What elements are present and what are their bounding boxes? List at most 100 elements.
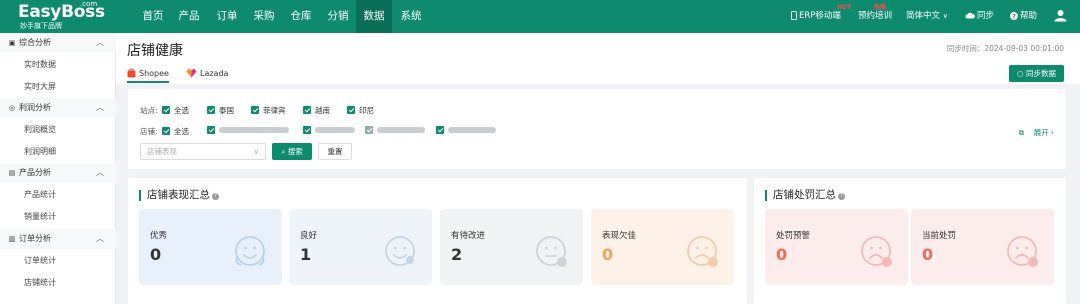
chevron-up-icon: ︿ bbox=[96, 234, 104, 243]
user-avatar[interactable] bbox=[1054, 0, 1067, 33]
svg-text:?: ? bbox=[1012, 13, 1016, 20]
mobile-phone-icon bbox=[791, 11, 797, 20]
sidebar-group-overview[interactable]: ▣ 综合分析 ︿ bbox=[0, 33, 116, 53]
card-label: 良好 bbox=[300, 231, 318, 241]
brand-logo[interactable]: EasyBoss .com 妙手旗下品牌 bbox=[18, 0, 105, 32]
sidebar-item-store-stats[interactable]: 店铺统计 bbox=[0, 272, 116, 294]
shopee-icon bbox=[127, 68, 136, 78]
performance-card[interactable]: 良好 1 bbox=[289, 209, 432, 285]
sidebar-item-profit-detail[interactable]: 利润明细 bbox=[0, 141, 116, 163]
nav-orders[interactable]: 订单 bbox=[209, 0, 245, 33]
performance-card[interactable]: 表现欠佳 0 bbox=[591, 209, 734, 285]
store-checkbox-all[interactable]: 全选 bbox=[162, 126, 189, 137]
site-checkbox-vietnam[interactable]: 越南 bbox=[303, 105, 330, 116]
question-icon[interactable]: ? bbox=[212, 193, 219, 200]
penalty-card[interactable]: 处罚预警 0 bbox=[765, 209, 908, 285]
site-checkbox-all[interactable]: 全选 bbox=[162, 105, 189, 116]
select-placeholder: 店铺表现 bbox=[147, 147, 177, 156]
sidebar-group-label: 综合分析 bbox=[19, 38, 51, 47]
warning-face-icon bbox=[861, 236, 892, 267]
profit-icon: ◎ bbox=[8, 104, 16, 112]
neutral-face-icon bbox=[536, 236, 567, 267]
panel-title-text: 店铺处罚汇总 bbox=[773, 189, 836, 201]
penalty-face-icon bbox=[1007, 236, 1038, 267]
sidebar-item-order-stats[interactable]: 订单统计 bbox=[0, 250, 116, 272]
site-checkbox-philippines[interactable]: 菲律宾 bbox=[251, 105, 286, 116]
nav-data[interactable]: 数据 bbox=[356, 0, 392, 33]
nav-warehouse[interactable]: 仓库 bbox=[283, 0, 319, 33]
card-label: 处罚预警 bbox=[776, 231, 811, 241]
language-select[interactable]: 简体中文 ∨ bbox=[906, 0, 948, 33]
nav-system[interactable]: 系统 bbox=[393, 0, 429, 33]
checkbox-label: 泰国 bbox=[219, 106, 234, 115]
card-value: 0 bbox=[922, 245, 934, 264]
sidebar: ▣ 综合分析 ︿ 实时数据 实时大屏 ◎ 利润分析 ︿ 利润概览 利润明细 ▤ 产品分… bbox=[0, 33, 116, 304]
site-label: 站点: bbox=[140, 106, 158, 115]
redacted-store-name bbox=[377, 127, 425, 133]
card-label: 有待改进 bbox=[451, 231, 486, 241]
store-checkbox[interactable] bbox=[303, 126, 355, 135]
site-checkbox-thailand[interactable]: 泰国 bbox=[207, 105, 234, 116]
sidebar-group-label: 产品分析 bbox=[19, 168, 51, 177]
sidebar-item-sales-stats[interactable]: 销量统计 bbox=[0, 206, 116, 228]
expand-label: 展开 bbox=[1033, 128, 1049, 137]
card-value: 0 bbox=[602, 245, 614, 264]
card-value: 0 bbox=[776, 245, 788, 264]
chevron-up-icon: ︿ bbox=[96, 38, 104, 47]
performance-card[interactable]: 优秀 0 bbox=[139, 209, 282, 285]
store-performance-select[interactable]: 店铺表现 ∨ bbox=[140, 143, 266, 160]
cloud-icon bbox=[965, 12, 975, 19]
sidebar-group-order[interactable]: ▥ 订单分析 ︿ bbox=[0, 229, 116, 249]
store-checkbox[interactable] bbox=[436, 126, 496, 135]
top-nav-bar: EasyBoss .com 妙手旗下品牌 首页 产品 订单 采购 仓库 分销 数… bbox=[0, 0, 1080, 33]
question-icon[interactable]: ? bbox=[838, 193, 845, 200]
sidebar-item-realtime-data[interactable]: 实时数据 bbox=[0, 54, 116, 76]
tab-shopee[interactable]: Shopee bbox=[127, 67, 169, 83]
penalty-card[interactable]: 当前处罚 0 bbox=[911, 209, 1054, 285]
reset-button[interactable]: 重置 bbox=[318, 143, 352, 160]
sidebar-item-realtime-screen[interactable]: 实时大屏 bbox=[0, 76, 116, 98]
lazada-icon bbox=[186, 68, 197, 78]
chevron-down-icon: ∨ bbox=[942, 12, 948, 20]
performance-card[interactable]: 有待改进 2 bbox=[440, 209, 583, 285]
sidebar-group-label: 利润分析 bbox=[19, 103, 51, 112]
sync-time: 同步时间：2024-09-03 00:01:00 bbox=[946, 44, 1064, 53]
nav-home[interactable]: 首页 bbox=[136, 0, 170, 33]
sidebar-item-product-stats[interactable]: 产品统计 bbox=[0, 184, 116, 206]
tab-label: Shopee bbox=[139, 69, 169, 78]
store-label: 店铺: bbox=[140, 127, 158, 136]
expand-toggle[interactable]: ⧉ 展开 › bbox=[1019, 127, 1054, 138]
help-link[interactable]: ? 帮助 bbox=[1010, 0, 1037, 33]
redacted-store-name bbox=[315, 127, 355, 133]
order-icon: ▥ bbox=[8, 235, 16, 243]
sync-data-button[interactable]: ○ 同步数据 bbox=[1009, 65, 1064, 82]
erp-mobile-link[interactable]: ERP移动端 HOT bbox=[791, 0, 851, 33]
help-icon: ? bbox=[1010, 11, 1018, 20]
nav-purchase[interactable]: 采购 bbox=[246, 0, 282, 33]
language-label: 简体中文 bbox=[906, 11, 941, 21]
tab-lazada[interactable]: Lazada bbox=[186, 67, 228, 83]
chevron-up-icon: ︿ bbox=[96, 168, 104, 177]
sidebar-item-profit-overview[interactable]: 利润概览 bbox=[0, 119, 116, 141]
sync-data-label: 同步数据 bbox=[1025, 69, 1056, 78]
tab-label: Lazada bbox=[200, 69, 229, 78]
site-checkbox-indonesia[interactable]: 印尼 bbox=[347, 105, 374, 116]
checkbox-label: 印尼 bbox=[359, 106, 374, 115]
card-value: 0 bbox=[150, 245, 162, 264]
card-label: 当前处罚 bbox=[922, 231, 957, 241]
sidebar-group-profit[interactable]: ◎ 利润分析 ︿ bbox=[0, 98, 116, 118]
nav-distribution[interactable]: 分销 bbox=[320, 0, 356, 33]
checkbox-label: 全选 bbox=[174, 106, 189, 115]
sync-link[interactable]: 同步 bbox=[965, 0, 994, 33]
redacted-store-name bbox=[219, 127, 289, 133]
smile-face-icon bbox=[385, 236, 415, 266]
search-button[interactable]: ⌕ 搜索 bbox=[272, 143, 312, 160]
store-checkbox[interactable] bbox=[207, 126, 289, 135]
sidebar-group-product[interactable]: ▤ 产品分析 ︿ bbox=[0, 163, 116, 183]
store-checkbox[interactable] bbox=[365, 126, 425, 135]
training-link[interactable]: 预约培训 热推 bbox=[858, 0, 892, 33]
chevron-right-icon: › bbox=[1051, 128, 1054, 137]
nav-products[interactable]: 产品 bbox=[172, 0, 206, 33]
hot-badge: HOT bbox=[837, 4, 852, 11]
filter-panel: 站点: 全选 泰国 菲律宾 越南 印尼 店铺: 全选 ⧉ 展开 › 店铺表现 ∨… bbox=[128, 89, 1066, 169]
